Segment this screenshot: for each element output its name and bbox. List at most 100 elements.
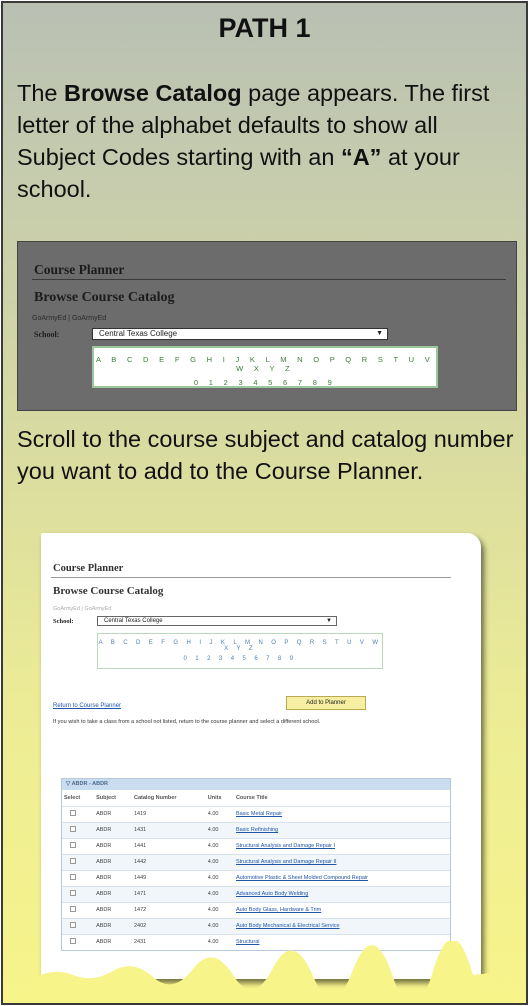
catalog-number-cell: 1471 (131, 885, 206, 902)
intro-text: The Browse Catalog page appears. The fir… (17, 77, 522, 205)
col-course-title: Course Title (233, 790, 450, 806)
letter-links[interactable]: A B C D E F G H I J K L M N O P Q R S T … (94, 355, 436, 373)
col-catalog-number: Catalog Number (131, 790, 206, 806)
subject-cell: ABDR (94, 917, 132, 934)
divider (51, 577, 451, 578)
select-cell (62, 869, 95, 886)
alphabet-index: A B C D E F G H I J K L M N O P Q R S T … (92, 346, 438, 388)
select-checkbox[interactable] (70, 810, 76, 816)
select-checkbox[interactable] (70, 858, 76, 864)
select-cell (62, 821, 95, 838)
catalog-number-cell: 1449 (131, 869, 206, 886)
select-checkbox[interactable] (70, 826, 76, 832)
group-header-label: ABDR - ABDR (71, 781, 109, 787)
course-title-link[interactable]: Structural Analysis and Damage Repair II (233, 853, 450, 870)
course-title-link[interactable]: Auto Body Glass, Hardware & Trim (233, 901, 450, 918)
subject-cell: ABDR (94, 869, 132, 886)
course-grid: ▽ ABDR - ABDR Select Subject Catalog Num… (61, 778, 451, 951)
school-select-value: Central Texas College (104, 618, 163, 624)
browse-catalog-title: Browse Course Catalog (53, 585, 164, 597)
intro-bold-browse-catalog: Browse Catalog (64, 80, 242, 106)
table-row: ABDR 1419 4.00 Basic Metal Repair (62, 805, 450, 822)
select-cell (62, 837, 95, 854)
digit-links[interactable]: 0 1 2 3 4 5 6 7 8 9 (98, 656, 382, 662)
screenshot-course-list: Course Planner Browse Course Catalog GoA… (33, 521, 491, 991)
intro-bold-a: “A” (340, 144, 382, 170)
table-row: ABDR 1472 4.00 Auto Body Glass, Hardware & … (62, 901, 450, 918)
select-cell (62, 901, 95, 918)
digit-links[interactable]: 0 1 2 3 4 5 6 7 8 9 (94, 378, 436, 387)
select-cell (62, 853, 95, 870)
subject-cell: ABDR (94, 837, 132, 854)
units-cell: 4.00 (205, 869, 234, 886)
select-checkbox[interactable] (70, 906, 76, 912)
add-to-planner-button[interactable]: Add to Planner (286, 696, 366, 710)
select-checkbox[interactable] (70, 842, 76, 848)
catalog-number-cell: 1431 (131, 821, 206, 838)
course-title-link[interactable]: Basic Refinishing (233, 821, 450, 838)
table-row: ABDR 2402 4.00 Auto Body Mechanical & Elect… (62, 917, 450, 934)
subject-cell: ABDR (94, 821, 132, 838)
select-cell (62, 885, 95, 902)
subject-cell: ABDR (94, 853, 132, 870)
select-checkbox[interactable] (70, 890, 76, 896)
col-select: Select (62, 790, 95, 806)
catalog-number-cell: 1419 (131, 805, 206, 822)
course-title-link[interactable]: Automotive Plastic & Sheet Molded Compou… (233, 869, 450, 886)
page-title: PATH 1 (218, 13, 311, 43)
course-planner-title: Course Planner (34, 262, 125, 277)
table-row: ABDR 1441 4.00 Structural Analysis and Dama… (62, 837, 450, 854)
school-label: School: (53, 618, 74, 625)
subject-cell: ABDR (94, 805, 132, 822)
catalog-number-cell: 2402 (131, 917, 206, 934)
dropdown-arrow-icon: ▼ (376, 330, 383, 337)
scroll-instruction: Scroll to the course subject and catalog… (17, 426, 514, 484)
intro-part1: The (17, 80, 65, 106)
course-title-link[interactable]: Advanced Auto Body Welding (233, 885, 450, 902)
breadcrumb-links[interactable]: GoArmyEd | GoArmyEd (32, 315, 106, 322)
instruction-panel: PATH 1 The Browse Catalog page appears. … (1, 1, 528, 1005)
school-select-value: Central Texas College (99, 329, 178, 338)
units-cell: 4.00 (205, 837, 234, 854)
units-cell: 4.00 (205, 853, 234, 870)
course-title-link[interactable]: Auto Body Mechanical & Electrical Servic… (233, 917, 450, 934)
table-row: ABDR 1471 4.00 Advanced Auto Body Welding (62, 885, 450, 902)
table-row: ABDR 1442 4.00 Structural Analysis and Dama… (62, 853, 450, 870)
course-title-link[interactable]: Basic Metal Repair (233, 805, 450, 822)
group-header[interactable]: ▽ ABDR - ABDR (62, 779, 450, 790)
course-list-page: Course Planner Browse Course Catalog GoA… (41, 533, 481, 979)
table-row: ABDR 1431 4.00 Basic Refinishing (62, 821, 450, 838)
units-cell: 4.00 (205, 901, 234, 918)
catalog-number-cell: 1472 (131, 901, 206, 918)
divider (32, 279, 506, 280)
browse-catalog-title: Browse Course Catalog (34, 290, 175, 305)
torn-edge (33, 941, 491, 991)
catalog-number-cell: 1442 (131, 853, 206, 870)
school-select[interactable]: Central Texas College ▼ (92, 328, 388, 340)
subject-cell: ABDR (94, 901, 132, 918)
col-subject: Subject (94, 790, 132, 806)
col-units: Units (205, 790, 234, 806)
table-header-row: Select Subject Catalog Number Units Cour… (62, 790, 450, 806)
course-title-link[interactable]: Structural Analysis and Damage Repair I (233, 837, 450, 854)
subject-cell: ABDR (94, 885, 132, 902)
school-note: If you wish to take a class from a schoo… (53, 719, 321, 725)
school-select[interactable]: Central Texas College ▼ (97, 616, 337, 626)
units-cell: 4.00 (205, 917, 234, 934)
table-row: ABDR 1449 4.00 Automotive Plastic & Sheet M… (62, 869, 450, 886)
course-table: Select Subject Catalog Number Units Cour… (62, 790, 450, 950)
units-cell: 4.00 (205, 821, 234, 838)
course-planner-title: Course Planner (53, 563, 124, 574)
select-checkbox[interactable] (70, 922, 76, 928)
return-to-planner-link[interactable]: Return to Course Planner (53, 703, 121, 709)
select-cell (62, 917, 95, 934)
catalog-number-cell: 1441 (131, 837, 206, 854)
letter-links[interactable]: A B C D E F G H I J K L M N O P Q R S T … (98, 640, 382, 652)
select-cell (62, 805, 95, 822)
breadcrumb-links[interactable]: GoArmyEd | GoArmyEd (53, 606, 111, 612)
alphabet-index: A B C D E F G H I J K L M N O P Q R S T … (97, 633, 383, 669)
units-cell: 4.00 (205, 885, 234, 902)
school-label: School: (34, 330, 60, 339)
select-checkbox[interactable] (70, 874, 76, 880)
units-cell: 4.00 (205, 805, 234, 822)
